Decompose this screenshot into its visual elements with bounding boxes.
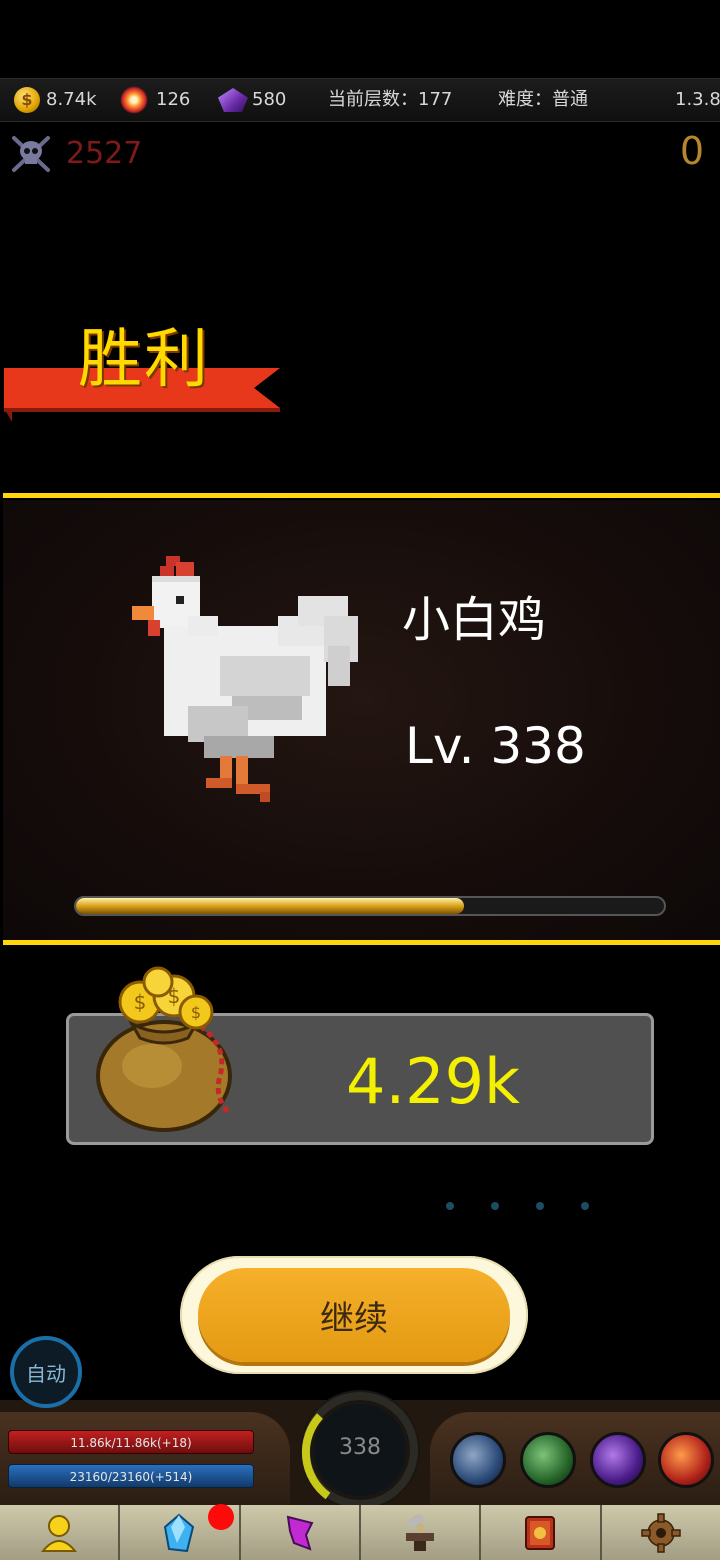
gem-value: 580 bbox=[252, 89, 287, 110]
experience-bar bbox=[74, 896, 666, 916]
combo-counter: 0 bbox=[679, 129, 704, 173]
health-bar: 11.86k/11.86k(+18) bbox=[8, 1430, 254, 1454]
kill-count: 2527 bbox=[66, 136, 143, 171]
difficulty-label: 难度：普通 bbox=[498, 89, 588, 110]
player-level: 338 bbox=[339, 1435, 381, 1460]
svg-text:$: $ bbox=[134, 990, 147, 1014]
reward-gold-value: 4.29k bbox=[346, 1045, 520, 1118]
mana-bar: 23160/23160(+514) bbox=[8, 1464, 254, 1488]
rune-icon bbox=[286, 1515, 314, 1551]
panel-divider-top bbox=[3, 493, 720, 498]
nav-hero[interactable] bbox=[0, 1505, 121, 1560]
page-dot bbox=[491, 1202, 499, 1210]
white-chicken-sprite bbox=[132, 556, 358, 802]
hero-icon bbox=[41, 1514, 78, 1552]
auto-toggle-button[interactable]: 自动 bbox=[10, 1336, 82, 1408]
skull-crossbones-icon bbox=[12, 136, 50, 172]
gear-icon bbox=[641, 1512, 681, 1553]
money-bag-icon: $ $ $ bbox=[96, 966, 232, 1132]
skill-slot-arcane-icon[interactable] bbox=[590, 1432, 646, 1488]
gold-coin-icon bbox=[14, 87, 40, 113]
nav-settings[interactable] bbox=[601, 1505, 720, 1560]
bomb-value: 126 bbox=[156, 89, 191, 110]
skill-slot-fire-icon[interactable] bbox=[658, 1432, 714, 1488]
bottom-nav bbox=[0, 1505, 720, 1560]
purple-gem-icon bbox=[218, 88, 248, 112]
victory-title: 胜利 bbox=[78, 323, 210, 397]
page-dot bbox=[446, 1202, 454, 1210]
skill-slot-poison-icon[interactable] bbox=[520, 1432, 576, 1488]
anvil-icon bbox=[406, 1513, 435, 1551]
nav-book[interactable] bbox=[481, 1505, 602, 1560]
bomb-counter: 126 bbox=[120, 79, 190, 121]
hud-left-panel bbox=[0, 1412, 290, 1506]
experience-bar-fill bbox=[76, 898, 465, 914]
gold-value: 8.74k bbox=[46, 89, 97, 110]
svg-text:$: $ bbox=[168, 984, 181, 1008]
skill-slot-ice-icon[interactable] bbox=[450, 1432, 506, 1488]
floor-label: 当前层数：177 bbox=[328, 89, 453, 110]
page-dot bbox=[536, 1202, 544, 1210]
resource-bar: 8.74k 126 580 当前层数：177 难度：普通 1.3.8 bbox=[0, 78, 720, 122]
gold-counter: 8.74k bbox=[14, 79, 97, 121]
page-dot bbox=[581, 1202, 589, 1210]
gem-counter: 580 bbox=[218, 79, 286, 121]
monster-level: Lv. 338 bbox=[405, 717, 586, 775]
crystal-icon bbox=[164, 1513, 195, 1552]
nav-rune[interactable] bbox=[240, 1505, 361, 1560]
nav-forge[interactable] bbox=[360, 1505, 482, 1560]
book-icon bbox=[525, 1515, 556, 1550]
continue-button[interactable]: 继续 bbox=[198, 1268, 510, 1362]
panel-divider-bottom bbox=[3, 940, 720, 945]
svg-text:$: $ bbox=[191, 1003, 201, 1022]
monster-name: 小白鸡 bbox=[402, 592, 547, 648]
notification-dot bbox=[208, 1504, 234, 1530]
version-label: 1.3.8 bbox=[675, 89, 720, 110]
explosion-icon bbox=[120, 86, 148, 114]
